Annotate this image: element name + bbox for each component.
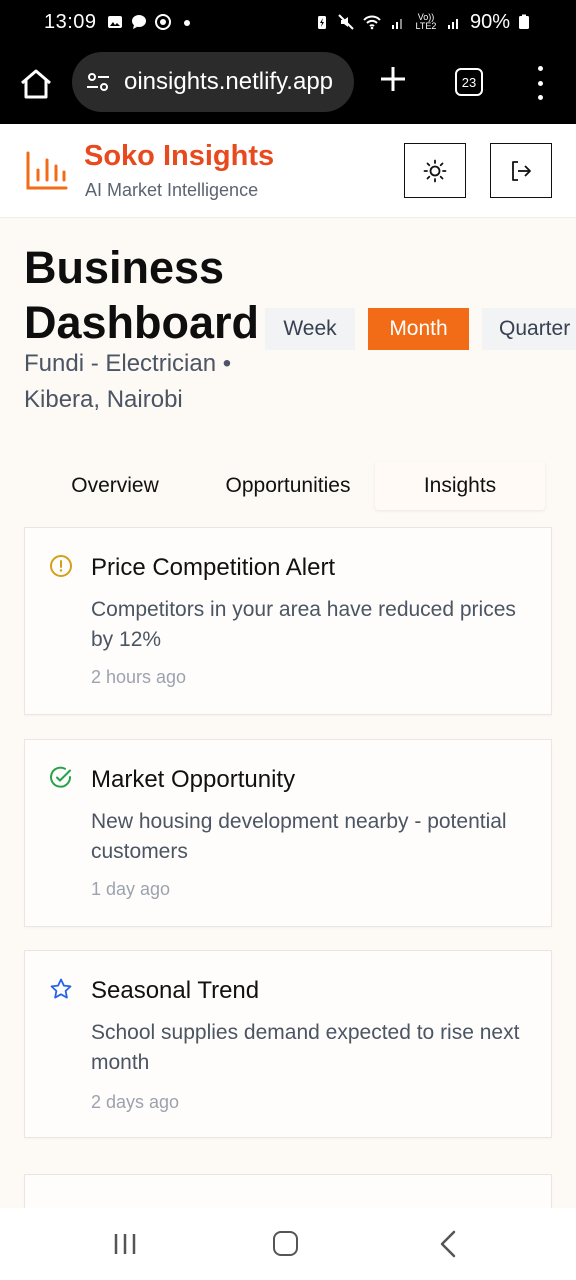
- gallery-icon: [107, 16, 122, 28]
- signal-icon: [391, 19, 402, 29]
- sun-icon: [423, 159, 447, 182]
- period-quarter-button[interactable]: Quarter: [482, 308, 576, 350]
- period-week-button[interactable]: Week: [265, 308, 355, 350]
- tab-insights[interactable]: Insights: [375, 462, 545, 510]
- insight-time: 2 hours ago: [91, 667, 187, 687]
- insight-description: New housing development nearby - potenti…: [91, 810, 507, 863]
- insight-card[interactable]: Market Opportunity New housing developme…: [24, 739, 552, 927]
- browser-toolbar: oinsights.netlify.app 23: [0, 44, 576, 124]
- insight-title: Market Opportunity: [91, 766, 296, 793]
- chrome-icon: [154, 14, 171, 30]
- insight-time: 2 days ago: [91, 1092, 180, 1112]
- site-settings-icon[interactable]: [84, 68, 112, 96]
- battery-percent: 90%: [469, 10, 510, 33]
- back-icon[interactable]: [438, 1230, 458, 1258]
- tab-overview[interactable]: Overview: [30, 462, 200, 510]
- logout-button[interactable]: [490, 143, 552, 198]
- network-label: Vo)) LTE2: [415, 12, 437, 31]
- logout-icon: [512, 160, 531, 181]
- recents-icon[interactable]: [113, 1232, 137, 1256]
- dot-icon: [183, 20, 190, 26]
- theme-toggle-button[interactable]: [404, 143, 466, 198]
- insight-card[interactable]: Seasonal Trend School supplies demand ex…: [24, 950, 552, 1138]
- status-bar: 13:09 Vo)) LTE2 90%: [0, 0, 576, 44]
- app-header: Soko Insights AI Market Intelligence: [0, 124, 576, 218]
- brand-title: Soko Insights: [84, 140, 275, 172]
- mute-icon: [338, 14, 354, 30]
- home-icon[interactable]: [18, 66, 54, 102]
- browser-menu-icon[interactable]: [530, 66, 550, 100]
- battery-saver-icon: [317, 16, 326, 29]
- insight-description: Competitors in your area have reduced pr…: [91, 598, 516, 651]
- system-nav-bar: [0, 1208, 576, 1280]
- star-icon: [50, 978, 72, 999]
- period-month-button[interactable]: Month: [368, 308, 469, 350]
- insight-title: Seasonal Trend: [91, 977, 260, 1004]
- page-title: Business Dashboard: [24, 242, 260, 348]
- insight-card[interactable]: Price Competition Alert Competitors in y…: [24, 527, 552, 715]
- insight-time: 1 day ago: [91, 879, 171, 899]
- tab-switcher-button[interactable]: 23: [455, 68, 483, 96]
- signal-icon-2: [447, 19, 458, 29]
- url-text[interactable]: oinsights.netlify.app: [124, 68, 333, 96]
- status-time: 13:09: [44, 10, 97, 33]
- battery-icon: [519, 14, 529, 29]
- brand-subtitle: AI Market Intelligence: [85, 180, 259, 200]
- check-circle-icon: [50, 766, 72, 788]
- insight-description: School supplies demand expected to rise …: [91, 1021, 520, 1074]
- tab-count: 23: [461, 74, 477, 90]
- new-tab-icon[interactable]: [378, 64, 408, 94]
- wifi-icon: [363, 15, 381, 30]
- business-subtitle: Fundi - Electrician • Kibera, Nairobi: [24, 350, 232, 413]
- bar-chart-logo-icon: [26, 151, 68, 190]
- home-nav-icon[interactable]: [273, 1231, 298, 1256]
- url-bar[interactable]: oinsights.netlify.app: [72, 52, 354, 112]
- alert-circle-icon: [50, 555, 72, 577]
- tab-opportunities[interactable]: Opportunities: [202, 462, 374, 510]
- insight-title: Price Competition Alert: [91, 554, 336, 581]
- chat-icon: [131, 15, 146, 29]
